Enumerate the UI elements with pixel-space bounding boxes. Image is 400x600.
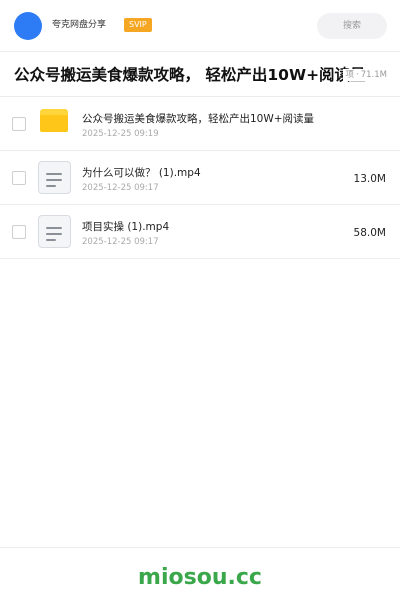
total-size: 71.1M <box>360 70 387 80</box>
watermark-text: miosou.cc <box>138 565 262 590</box>
file-name[interactable]: 为什么可以做？ (1).mp4 <box>82 166 201 180</box>
page-title: 公众号搬运美食爆款攻略， 轻松产出10W+阅读量 <box>14 66 366 84</box>
file-date: 2025-12-25 09:17 <box>82 183 159 193</box>
share-owner-name: 夸克网盘分享 <box>52 20 107 30</box>
select-checkbox[interactable] <box>12 225 26 239</box>
file-date: 2025-12-25 09:17 <box>82 237 159 247</box>
file-name[interactable]: 项目实操 (1).mp4 <box>82 220 169 234</box>
file-row-video-1[interactable]: 为什么可以做？ (1).mp4 2025-12-25 09:17 13.0M <box>0 151 400 205</box>
footer: miosou.cc <box>0 547 400 600</box>
video-file-icon <box>38 161 71 194</box>
share-meta: 项 · 71.1M <box>342 69 387 81</box>
svip-badge: SVIP <box>124 18 152 32</box>
search-button[interactable]: 搜索 <box>317 13 387 39</box>
file-row-folder[interactable]: 公众号搬运美食爆款攻略，轻松产出10W+阅读量 2025-12-25 09:19 <box>0 97 400 151</box>
select-checkbox[interactable] <box>12 117 26 131</box>
file-size: 58.0M <box>353 227 386 239</box>
file-row-video-2[interactable]: 项目实操 (1).mp4 2025-12-25 09:17 58.0M <box>0 205 400 259</box>
meta-separator: · <box>356 70 359 80</box>
select-checkbox[interactable] <box>12 171 26 185</box>
file-name[interactable]: 公众号搬运美食爆款攻略，轻松产出10W+阅读量 <box>82 112 314 126</box>
share-header: 夸克网盘分享 SVIP 搜索 <box>0 0 400 52</box>
file-date: 2025-12-25 09:19 <box>82 129 159 139</box>
item-count-label: 项 <box>345 70 355 80</box>
folder-icon <box>38 107 71 140</box>
video-file-icon <box>38 215 71 248</box>
avatar[interactable] <box>14 12 42 40</box>
share-title-bar: 公众号搬运美食爆款攻略， 轻松产出10W+阅读量 项 · 71.1M <box>0 52 400 97</box>
file-size: 13.0M <box>353 173 386 185</box>
